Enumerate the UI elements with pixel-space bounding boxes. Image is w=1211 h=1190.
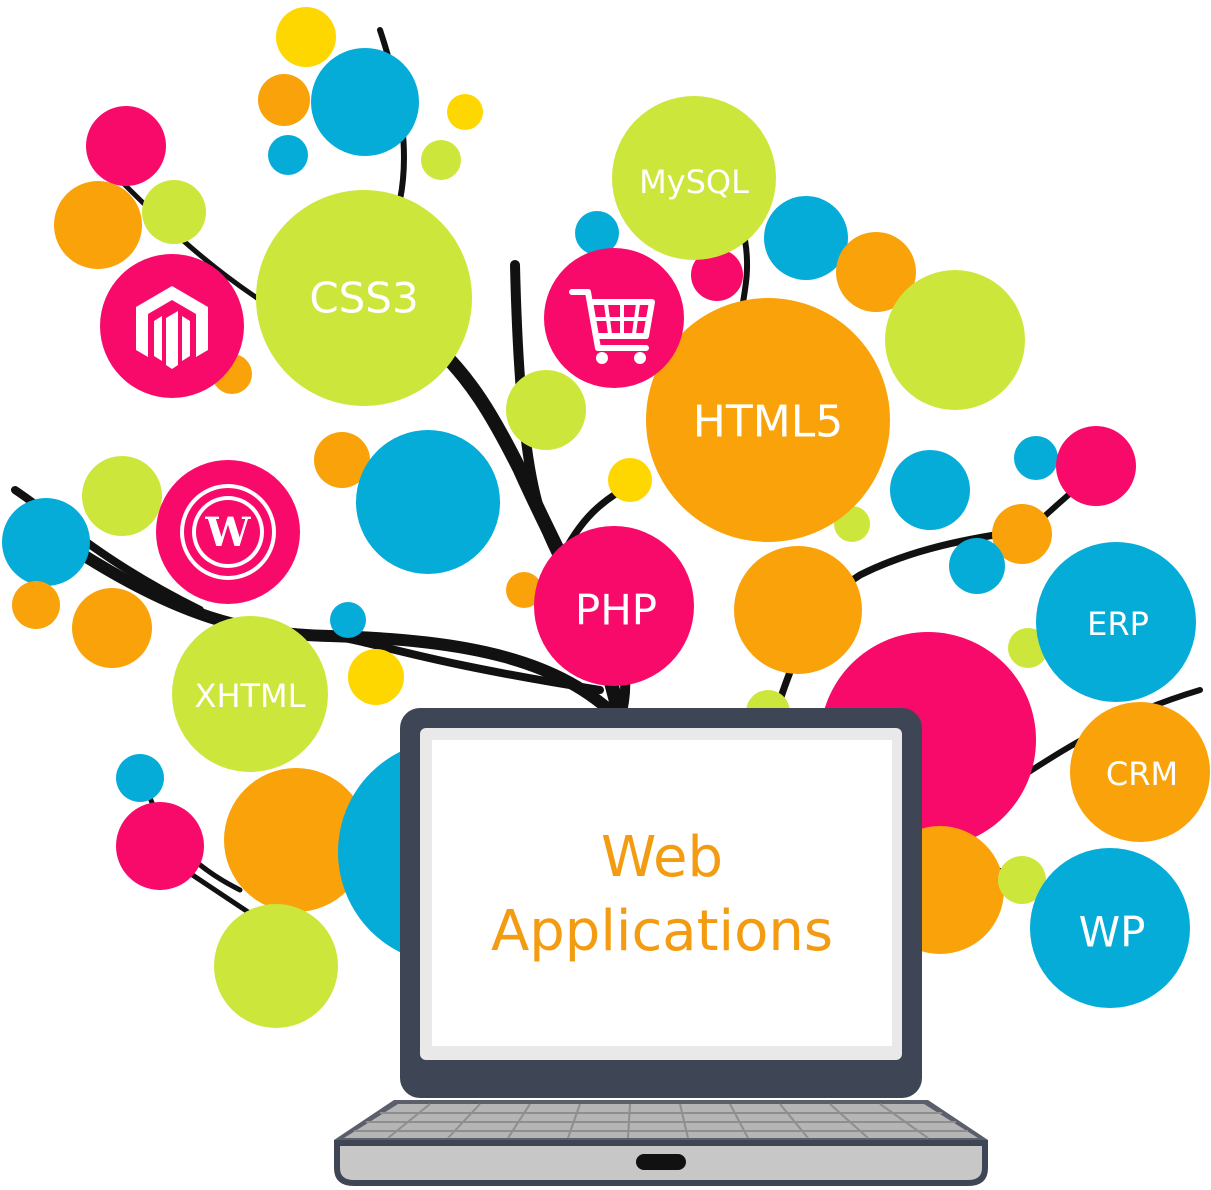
screen-title-line2: Applications — [491, 899, 833, 964]
bubble-blue — [268, 135, 308, 175]
bubble-yellow — [447, 94, 483, 130]
bubble-orange — [12, 581, 60, 629]
bubble-orange — [54, 181, 142, 269]
bubble-mysql-label: MySQL — [639, 163, 749, 201]
bubble-erp: ERP — [1036, 542, 1196, 702]
bubble-html5-label: HTML5 — [693, 397, 843, 448]
bubble-crm: CRM — [1070, 702, 1210, 842]
bubble-blue — [116, 754, 164, 802]
illustration: MySQL CSS3 HTML5 PHP XHTML ERP CRM WP W … — [2, 7, 1210, 1186]
bubble-orange — [734, 546, 862, 674]
wordpress-logo-icon: W — [180, 484, 276, 580]
bubble-mysql: MySQL — [612, 96, 776, 260]
bubble-php-label: PHP — [575, 586, 657, 635]
laptop: Web Applications — [334, 708, 988, 1186]
bubble-green — [421, 140, 461, 180]
bubble-pink — [116, 802, 204, 890]
bubble-html5: HTML5 — [646, 298, 890, 542]
bubble-erp-label: ERP — [1087, 605, 1149, 643]
bubble-xhtml: XHTML — [172, 616, 328, 772]
screen-title-line1: Web — [601, 825, 723, 890]
bubble-blue — [2, 498, 90, 586]
bubble-xhtml-label: XHTML — [195, 677, 306, 715]
bubble-crm-label: CRM — [1106, 755, 1178, 793]
bubble-green — [214, 904, 338, 1028]
svg-text:W: W — [205, 509, 252, 556]
bubble-wp: WP — [1030, 848, 1190, 1008]
bubble-green — [142, 180, 206, 244]
bubble-yellow — [276, 7, 336, 67]
bubble-wp-label: WP — [1079, 908, 1146, 957]
bubble-blue — [356, 430, 500, 574]
bubble-green — [885, 270, 1025, 410]
bubble-css3: CSS3 — [256, 190, 472, 406]
laptop-base — [334, 1100, 988, 1186]
bubble-green — [82, 456, 162, 536]
bubble-yellow — [348, 649, 404, 705]
bubble-pink — [1056, 426, 1136, 506]
bubble-green — [506, 370, 586, 450]
bubble-pink — [86, 106, 166, 186]
bubble-blue — [330, 602, 366, 638]
bubble-blue — [949, 538, 1005, 594]
bubble-orange — [72, 588, 152, 668]
cart-bubble — [544, 248, 684, 388]
bubble-css3-label: CSS3 — [309, 274, 418, 323]
touchpad-notch — [636, 1154, 686, 1170]
bubble-blue — [764, 196, 848, 280]
bubble-blue — [1014, 436, 1058, 480]
bubble-php: PHP — [534, 526, 694, 686]
bubble-blue — [311, 48, 419, 156]
bubble-yellow — [608, 458, 652, 502]
wordpress-bubble: W — [156, 460, 300, 604]
magento-bubble — [100, 254, 244, 398]
bubble-blue — [890, 450, 970, 530]
bubble-orange — [258, 74, 310, 126]
